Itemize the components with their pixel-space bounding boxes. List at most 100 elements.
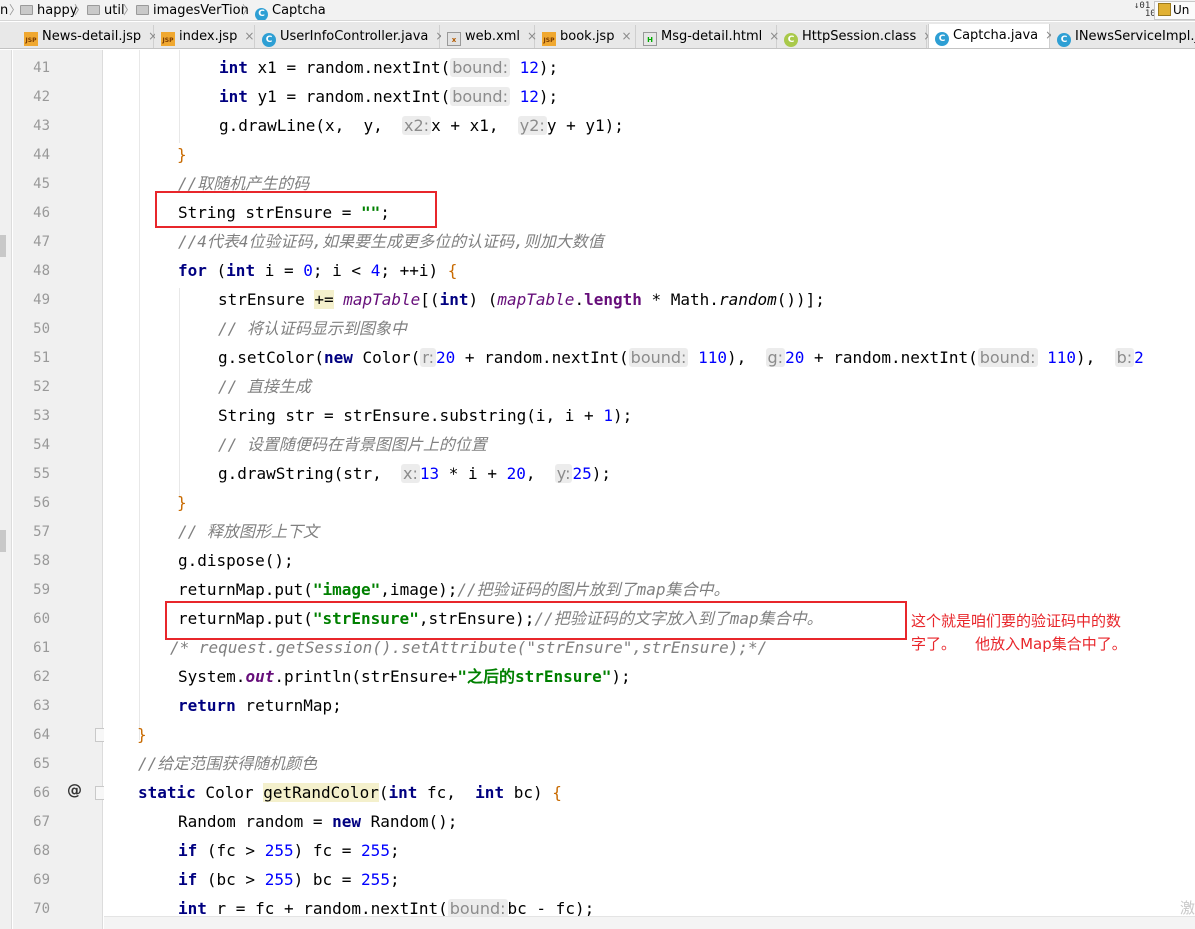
line-number: 60 [33,611,50,627]
tab-book-jsp[interactable]: JSP book.jsp × [536,25,636,48]
code-line-67: Random random = new Random(); [178,812,458,831]
config-icon [1158,3,1171,16]
breadcrumb-separator: 〉 [123,3,136,17]
breadcrumb-item-captcha[interactable]: C Captcha [255,2,326,20]
line-number: 66 [33,785,50,801]
override-marker-icon[interactable]: @ [67,781,82,799]
line-number: 59 [33,582,50,598]
breadcrumb-item-util[interactable]: util [87,2,125,19]
tab-index-jsp[interactable]: JSP index.jsp × [155,25,255,48]
class-icon: C [262,33,276,47]
left-tool-strip [0,50,12,929]
code-editor[interactable]: int x1 = random.nextInt(bound: 12); int … [104,50,1195,929]
line-number: 63 [33,698,50,714]
line-number: 56 [33,495,50,511]
vcs-icon[interactable]: ↓01 10 [1134,2,1156,19]
tab-captcha-java[interactable]: CCaptcha.java× [928,24,1055,48]
editor-tabs: JSP News-detail.jsp × JSP index.jsp × C UserI… [0,22,1195,49]
run-config-button[interactable]: Un [1154,1,1195,20]
code-line-54: // 设置随便码在背景图图片上的位置 [218,435,487,454]
horizontal-scrollbar[interactable] [104,916,1195,929]
code-line-51: g.setColor(new Color(r: 20 + random.nextI… [218,348,1144,367]
code-line-49: strEnsure += mapTable[(int) (mapTable.le… [218,290,825,309]
code-line-62: System.out.println(strEnsure+"之后的strEnsu… [178,667,631,686]
tab-httpsession-class[interactable]: CHttpSession.class× [778,25,933,48]
line-number: 44 [33,147,50,163]
jsp-file-icon: JSP [24,32,38,46]
line-number: 50 [33,321,50,337]
code-line-44: } [177,145,187,164]
breadcrumb: n 〉 happy 〉 util 〉 imagesVerTion 〉 C Capt… [0,0,1195,21]
folder-icon [136,5,149,15]
folder-icon [87,5,100,15]
breadcrumb-item-project[interactable]: n [0,2,8,19]
breadcrumb-item-happy[interactable]: happy [20,2,77,19]
tab-news-detail-jsp[interactable]: JSP News-detail.jsp × [18,25,158,48]
tab-web-xml[interactable]: x web.xml × [441,25,537,48]
code-line-68: if (fc > 255) fc = 255; [178,841,400,860]
code-line-48: for (int i = 0; i < 4; ++i) { [178,261,458,280]
tab-msg-detail-html[interactable]: H Msg-detail.html × [637,25,779,48]
compiled-class-icon: C [784,33,798,47]
line-number: 42 [33,89,50,105]
code-line-57: // 释放图形上下文 [178,522,319,541]
code-line-69: if (bc > 255) bc = 255; [178,870,400,889]
line-number: 52 [33,379,50,395]
line-number: 68 [33,843,50,859]
code-line-59: returnMap.put("image",image);//把验证码的图片放到… [178,580,730,599]
code-line-63: return returnMap; [178,696,342,715]
folder-icon [20,5,33,15]
code-line-47: //4代表4位验证码,如果要生成更多位的认证码,则加大数值 [178,232,604,251]
line-number: 45 [33,176,50,192]
jsp-file-icon: JSP [542,32,556,46]
jsp-file-icon: JSP [161,32,175,46]
line-number: 58 [33,553,50,569]
line-number: 62 [33,669,50,685]
breadcrumb-separator: 〉 [74,3,87,17]
code-line-58: g.dispose(); [178,551,294,570]
line-number: 69 [33,872,50,888]
code-line-42: int y1 = random.nextInt(bound: 12); [219,87,559,106]
breadcrumb-item-imagesvertion[interactable]: imagesVerTion [136,2,249,19]
line-number: 55 [33,466,50,482]
code-line-53: String str = strEnsure.substring(i, i + … [218,406,633,425]
code-line-52: // 直接生成 [218,377,311,396]
line-number: 51 [33,350,50,366]
tab-userinfocontroller-java[interactable]: CUserInfoController.java× [256,25,445,48]
code-line-66: static Color getRandColor(int fc, int bc… [138,783,562,802]
line-number: 48 [33,263,50,279]
code-line-55: g.drawString(str, x: 13 * i + 20, y: 25); [218,464,611,483]
line-number: 65 [33,756,50,772]
class-icon: C [1057,33,1071,47]
code-line-41: int x1 = random.nextInt(bound: 12); [219,58,559,77]
line-number: 46 [33,205,50,221]
close-icon[interactable]: × [621,29,631,43]
highlight-box-strensure-put [165,601,907,640]
highlight-box-strensure-init [155,191,437,228]
line-gutter: 41 42 43 44 45 46 47 48 49 50 51 52 53 5… [13,50,109,929]
code-line-56: } [177,493,187,512]
breadcrumb-separator: 〉 [242,3,255,17]
class-icon: C [935,32,949,46]
html-file-icon: H [643,32,657,46]
line-number: 41 [33,60,50,76]
tab-inewsserviceimpl-java[interactable]: CINewsServiceImpl.java [1051,25,1195,48]
line-number: 61 [33,640,50,656]
line-number: 47 [33,234,50,250]
code-line-64: } [137,725,147,744]
close-icon[interactable]: × [244,29,254,43]
class-icon: C [255,8,268,20]
line-number: 43 [33,118,50,134]
xml-file-icon: x [447,32,461,46]
line-number: 54 [33,437,50,453]
code-line-43: g.drawLine(x, y, x2: x + x1, y2: y + y1); [219,116,624,135]
annotation-note: 这个就是咱们要的验证码中的数 字了。 他放入Map集合中了。 [911,612,1127,653]
code-line-65: //给定范围获得随机颜色 [138,754,318,773]
line-number: 70 [33,901,50,917]
line-number: 49 [33,292,50,308]
watermark: 激 [1180,899,1195,917]
line-number: 57 [33,524,50,540]
code-line-50: // 将认证码显示到图象中 [218,319,407,338]
line-number: 67 [33,814,50,830]
line-number: 53 [33,408,50,424]
